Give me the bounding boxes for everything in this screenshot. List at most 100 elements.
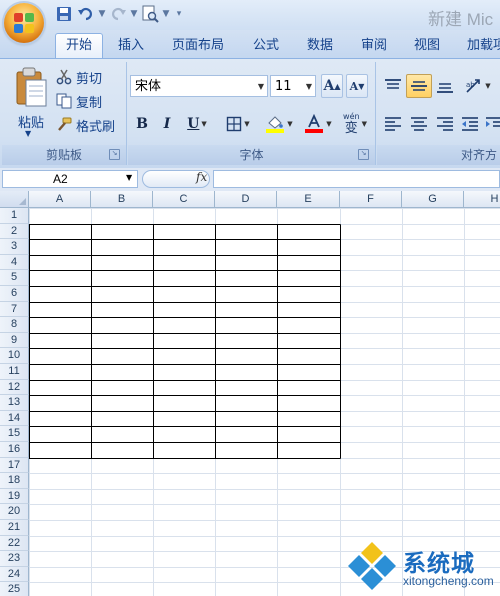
bold-button[interactable]: B xyxy=(131,112,153,136)
align-left-button[interactable] xyxy=(381,112,405,136)
customize-qat-icon[interactable]: ▾ xyxy=(172,9,186,19)
scissors-icon xyxy=(56,69,72,85)
alignment-group: ab ▼ 对齐方 xyxy=(377,62,500,165)
copy-button[interactable]: 复制 xyxy=(56,90,102,112)
phonetic-dropdown-icon: ▼ xyxy=(361,120,367,128)
format-painter-icon xyxy=(58,117,72,131)
paste-dropdown-icon[interactable]: ▼ xyxy=(25,129,31,138)
cell-gridlines xyxy=(29,208,500,596)
redo-icon xyxy=(112,7,126,21)
tab-view[interactable]: 视图 xyxy=(414,34,440,58)
phonetic-guide-button[interactable]: wén 变 ▼ xyxy=(336,110,374,138)
orientation-button[interactable]: ab ▼ xyxy=(461,74,495,98)
tab-addins[interactable]: 加载项 xyxy=(467,34,500,58)
borders-dropdown-icon: ▼ xyxy=(244,120,250,128)
save-button[interactable] xyxy=(54,4,74,24)
watermark-url: xitongcheng.com xyxy=(403,574,494,588)
quick-access-toolbar: ▼ ▼ ▼ ▾ xyxy=(54,2,186,26)
font-group-label: 字体 xyxy=(128,145,375,165)
name-box-dropdown-icon[interactable]: ▼ xyxy=(126,173,132,182)
watermark-name: 系统城 xyxy=(403,551,475,577)
print-preview-dropdown-icon[interactable]: ▼ xyxy=(162,9,170,19)
font-group: 宋体 ▼ 11 ▼ A ▲ A ▼ B I U ▼ ▼ ▼ ▼ wén 变 ▼ … xyxy=(128,62,376,165)
font-name-dropdown-icon: ▼ xyxy=(257,82,264,91)
watermark: 系统城 xitongcheng.com xyxy=(345,540,500,596)
borders-icon xyxy=(227,116,242,132)
fill-color-dropdown-icon: ▼ xyxy=(287,120,293,128)
format-painter-label: 格式刷 xyxy=(76,119,116,135)
clipboard-launcher-icon[interactable]: ↘ xyxy=(109,149,120,160)
top-align-icon xyxy=(385,79,401,89)
undo-dropdown-icon[interactable]: ▼ xyxy=(98,9,106,19)
grow-font-icon: A xyxy=(323,78,335,94)
underline-icon: U xyxy=(187,116,200,132)
copy-label: 复制 xyxy=(76,95,103,111)
underline-button[interactable]: U ▼ xyxy=(180,112,214,136)
italic-button[interactable]: I xyxy=(156,112,178,136)
tab-data[interactable]: 数据 xyxy=(307,34,333,58)
grow-font-button[interactable]: A ▲ xyxy=(321,74,343,98)
font-name-select[interactable]: 宋体 ▼ xyxy=(130,75,268,97)
align-right-icon xyxy=(437,117,453,131)
tab-review[interactable]: 审阅 xyxy=(361,34,387,58)
font-size-value: 11 xyxy=(275,79,292,94)
middle-align-icon xyxy=(411,81,427,91)
paste-icon xyxy=(16,67,47,107)
phonetic-guide-icon: wén 变 xyxy=(343,112,360,136)
office-button[interactable] xyxy=(4,3,44,43)
worksheet-grid[interactable]: A B C D E F G H 1 2 3 4 5 6 7 8 9 10 11 12 13 14 15 16 1… xyxy=(0,191,500,596)
bold-icon: B xyxy=(136,116,148,132)
copy-icon xyxy=(56,93,72,109)
font-size-dropdown-icon: ▼ xyxy=(305,82,312,91)
name-box-value: A2 xyxy=(53,172,68,186)
insert-function-icon[interactable]: fx xyxy=(196,170,207,184)
orientation-icon: ab xyxy=(466,79,481,93)
decrease-indent-icon xyxy=(462,117,478,131)
formula-bar: A2 ▼ fx xyxy=(0,168,500,192)
title-bar: ▼ ▼ ▼ ▾ 新建 Mic xyxy=(0,0,500,43)
tab-home[interactable]: 开始 xyxy=(55,33,104,60)
paste-button[interactable]: 粘贴 ▼ xyxy=(12,66,50,138)
print-preview-button[interactable] xyxy=(140,4,160,24)
fill-color-button[interactable]: ▼ xyxy=(260,112,298,136)
svg-text:ab: ab xyxy=(466,81,475,89)
window-title: 新建 Mic xyxy=(428,10,494,29)
format-painter-button[interactable]: 格式刷 xyxy=(56,114,115,136)
font-size-select[interactable]: 11 ▼ xyxy=(270,75,316,97)
clipboard-group-label: 剪贴板 xyxy=(2,145,126,165)
clipboard-group: 粘贴 ▼ 剪切 复制 格式刷 剪贴板 ↘ xyxy=(2,62,127,165)
tab-page-layout[interactable]: 页面布局 xyxy=(172,34,224,58)
align-right-button[interactable] xyxy=(433,112,457,136)
undo-button[interactable] xyxy=(76,4,96,24)
decrease-indent-button[interactable] xyxy=(459,112,481,136)
print-preview-icon xyxy=(142,5,159,23)
ribbon: 粘贴 ▼ 剪切 复制 格式刷 剪贴板 ↘ 宋体 ▼ 11 ▼ A ▲ A ▼ B… xyxy=(0,58,500,169)
redo-button[interactable] xyxy=(108,4,128,24)
font-color-button[interactable]: ▼ xyxy=(300,112,336,136)
cut-button[interactable]: 剪切 xyxy=(56,66,102,88)
bottom-align-button[interactable] xyxy=(433,74,457,98)
tab-formulas[interactable]: 公式 xyxy=(253,34,279,58)
tab-insert[interactable]: 插入 xyxy=(118,34,144,58)
italic-icon: I xyxy=(163,116,171,132)
bottom-align-icon xyxy=(437,83,453,93)
redo-dropdown-icon[interactable]: ▼ xyxy=(130,9,138,19)
font-launcher-icon[interactable]: ↘ xyxy=(358,149,369,160)
font-color-icon xyxy=(305,114,324,133)
formula-input[interactable] xyxy=(213,170,500,188)
borders-button[interactable]: ▼ xyxy=(220,112,256,136)
middle-align-button[interactable] xyxy=(406,74,432,98)
shrink-font-button[interactable]: A ▼ xyxy=(346,74,368,98)
increase-indent-button[interactable] xyxy=(483,112,500,136)
name-box[interactable]: A2 xyxy=(2,170,138,188)
watermark-logo-icon xyxy=(348,542,396,590)
cut-label: 剪切 xyxy=(76,71,103,87)
align-left-icon xyxy=(385,117,401,131)
fill-color-icon xyxy=(266,116,285,133)
undo-icon xyxy=(78,7,92,21)
align-center-button[interactable] xyxy=(407,112,431,136)
office-logo-icon xyxy=(14,13,34,33)
alignment-group-label: 对齐方 xyxy=(377,145,500,165)
top-align-button[interactable] xyxy=(381,74,405,98)
font-color-dropdown-icon: ▼ xyxy=(326,120,332,128)
